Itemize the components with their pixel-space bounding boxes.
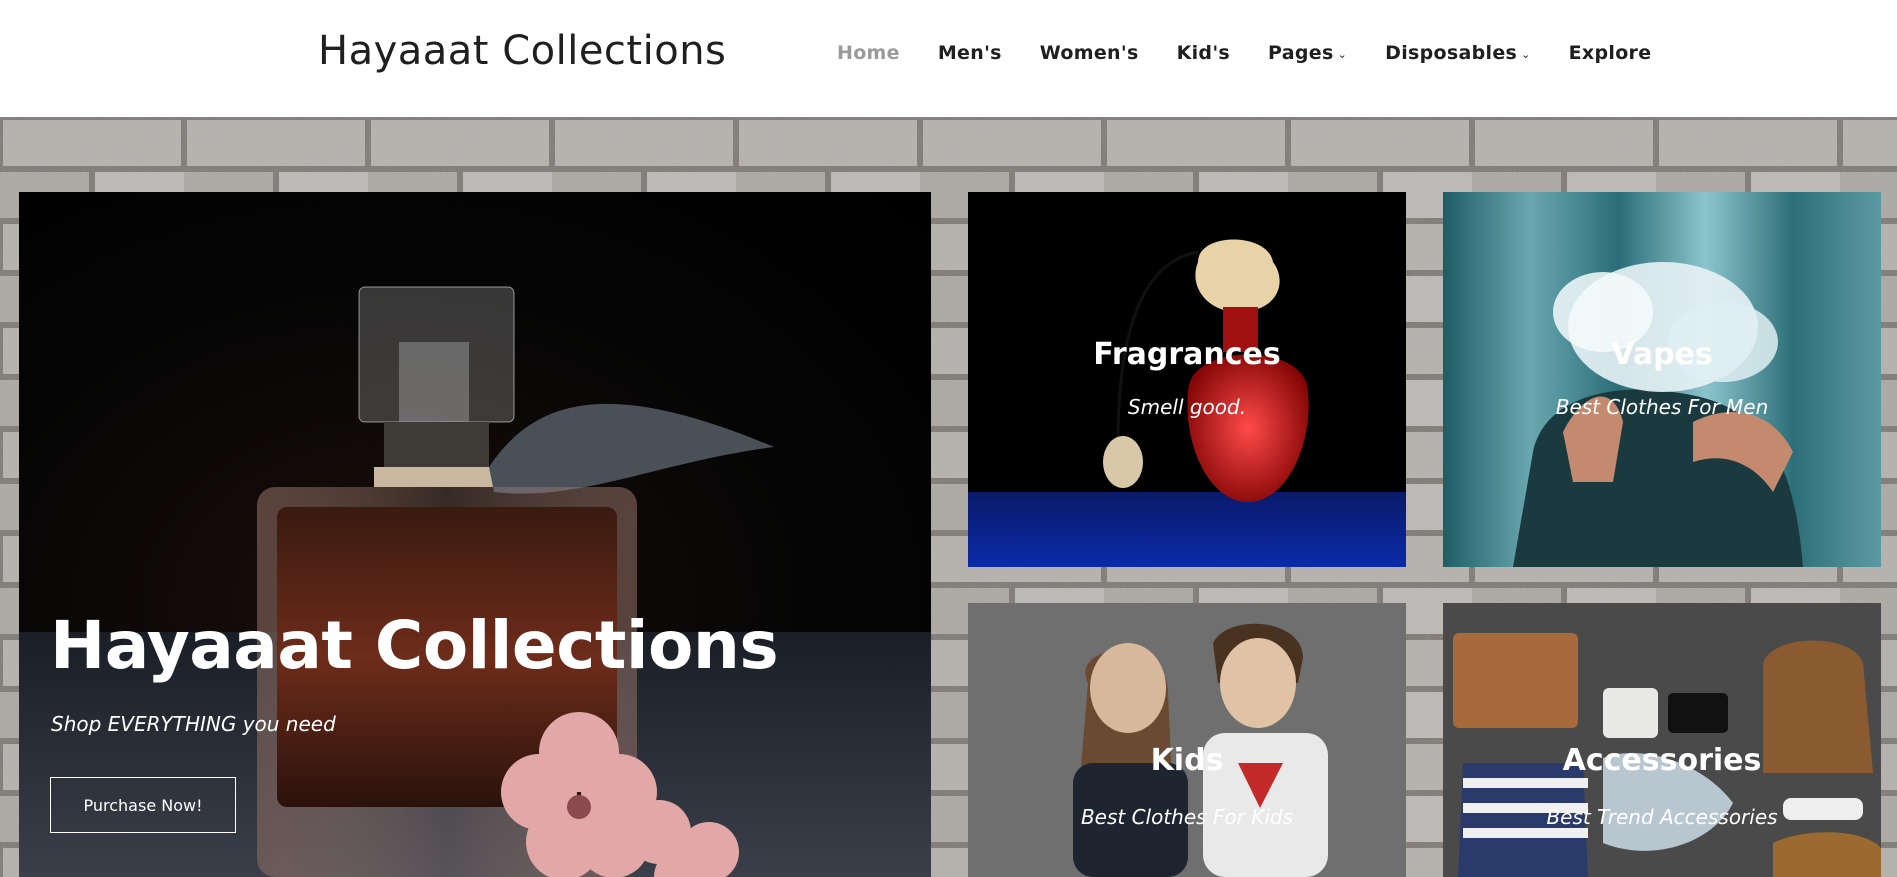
hero-banner: Hayaaat Collections Shop EVERYTHING you … (19, 192, 931, 877)
vape-smoke-image (1513, 262, 1803, 567)
fragrances-title: Fragrances (1093, 337, 1281, 372)
fragrances-subtitle: Smell good. (1127, 395, 1247, 419)
category-tile-fragrances[interactable]: Fragrances Smell good. (968, 192, 1406, 567)
vapes-title: Vapes (1611, 337, 1713, 372)
nav-explore[interactable]: Explore (1569, 42, 1652, 64)
hero-title: Hayaaat Collections (50, 607, 779, 684)
chevron-down-icon: ⌄ (1521, 47, 1531, 61)
category-tile-vapes[interactable]: Vapes Best Clothes For Men (1443, 192, 1881, 567)
chevron-down-icon: ⌄ (1337, 47, 1348, 61)
site-logo[interactable]: Hayaaat Collections (318, 28, 726, 74)
main-nav: Home Men's Women's Kid's Pages ⌄ Disposab… (837, 42, 1689, 64)
nav-pages[interactable]: Pages ⌄ (1268, 42, 1347, 64)
accessories-subtitle: Best Trend Accessories (1546, 805, 1778, 829)
red-perfume-image (968, 239, 1406, 567)
accessories-title: Accessories (1562, 743, 1762, 778)
nav-kids-label: Kid's (1176, 42, 1231, 64)
kids-title: Kids (1150, 743, 1224, 778)
vapes-subtitle: Best Clothes For Men (1555, 395, 1769, 419)
kids-photo-image (1073, 623, 1328, 877)
nav-home[interactable]: Home (837, 42, 900, 64)
nav-kids[interactable]: Kid's (1177, 42, 1230, 64)
kids-subtitle: Best Clothes For Kids (1080, 805, 1294, 829)
nav-disposables[interactable]: Disposables ⌄ (1385, 42, 1531, 64)
nav-mens-label: Men's (937, 42, 1002, 64)
category-tile-kids[interactable]: Kids Best Clothes For Kids (968, 603, 1406, 877)
nav-explore-label: Explore (1568, 42, 1652, 64)
purchase-now-button[interactable]: Purchase Now! (50, 777, 236, 833)
site-header: Hayaaat Collections Home Men's Women's K… (0, 0, 1897, 117)
nav-womens[interactable]: Women's (1040, 42, 1139, 64)
nav-pages-label: Pages (1268, 42, 1334, 64)
nav-home-label: Home (837, 42, 900, 64)
hero-subtitle: Shop EVERYTHING you need (51, 712, 336, 736)
perfume-bottle-image (19, 286, 931, 877)
nav-mens[interactable]: Men's (938, 42, 1002, 64)
nav-womens-label: Women's (1039, 42, 1139, 64)
category-tile-accessories[interactable]: Accessories Best Trend Accessories (1443, 603, 1881, 877)
accessories-flatlay-image (1453, 633, 1881, 877)
nav-disposables-label: Disposables (1385, 42, 1518, 64)
